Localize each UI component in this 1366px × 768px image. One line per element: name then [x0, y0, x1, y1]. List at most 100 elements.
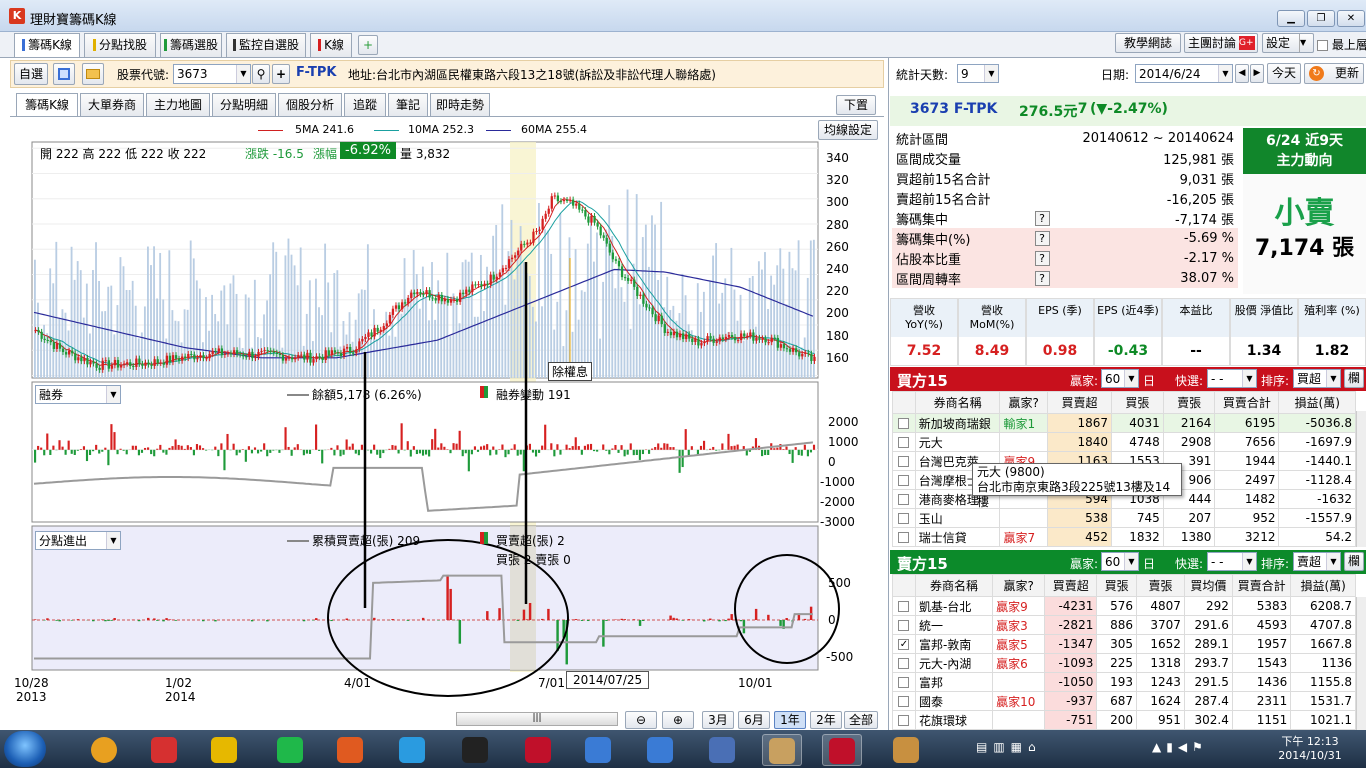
sub-tab-7[interactable]: 筆記 [388, 93, 428, 116]
chart-scrollbar[interactable]: ||| [456, 712, 618, 726]
sell-table[interactable]: 券商名稱 贏家? 買賣超 買張 賣張 買均價 買賣合計 損益(萬) 凱基-台北 贏家9 -4231 5… [892, 574, 1356, 730]
help-icon[interactable]: ? [1034, 210, 1050, 226]
line-icon[interactable] [270, 734, 310, 766]
calculator-icon[interactable] [578, 734, 618, 766]
lock-columns-button[interactable]: 欄 [1344, 552, 1364, 571]
checkbox-icon[interactable] [898, 715, 910, 726]
table-row[interactable]: 凱基-台北 贏家9 -4231 576 4807 292 5383 6208.7 [892, 596, 1356, 616]
margin-select[interactable]: 融券 ▼ [35, 385, 121, 404]
date-input[interactable]: 2014/6/24 ▼ [1135, 64, 1233, 83]
qq-icon[interactable] [455, 734, 495, 766]
range-button-1[interactable]: 3月 [702, 711, 734, 729]
sub-tab-3[interactable]: 主力地圖 [146, 93, 210, 116]
settings-button[interactable]: 設定 ▼ [1262, 33, 1314, 53]
stock-chart[interactable] [0, 138, 884, 710]
skype-icon[interactable] [392, 734, 432, 766]
column-header[interactable]: 買張 [1096, 574, 1137, 597]
restore-button[interactable]: ❐ [1307, 10, 1335, 27]
checkbox-icon[interactable] [898, 475, 910, 486]
gem-icon[interactable] [822, 734, 862, 766]
column-header[interactable]: 贏家? [992, 574, 1046, 597]
table-row[interactable]: 統一 贏家3 -2821 886 3707 291.6 4593 4707.8 [892, 615, 1356, 635]
range-button-3[interactable]: 1年 [774, 711, 806, 729]
security-icon[interactable] [702, 734, 742, 766]
column-header[interactable]: 買賣超 [1044, 574, 1098, 597]
winner-select[interactable]: 60 ▼ [1101, 552, 1139, 571]
range-button-4[interactable]: 2年 [810, 711, 842, 729]
topmost-checkbox[interactable]: 最上層 [1317, 36, 1366, 53]
range-button-5[interactable]: 全部 [844, 711, 878, 729]
help-icon[interactable]: ? [1034, 230, 1050, 246]
zoom-in-icon[interactable]: ⊕ [662, 711, 694, 729]
sub-tab-5[interactable]: 個股分析 [278, 93, 342, 116]
column-header[interactable]: 買均價 [1183, 574, 1233, 597]
today-button[interactable]: 今天 [1267, 63, 1301, 84]
help-icon[interactable]: ? [1034, 270, 1050, 286]
opera-icon[interactable] [144, 734, 184, 766]
winner-select[interactable]: 60 ▼ [1101, 369, 1139, 388]
clock[interactable]: 下午 12:13 2014/10/31 [1275, 733, 1345, 762]
checkbox-icon[interactable] [898, 437, 910, 448]
minimize-button[interactable]: ▁ [1277, 10, 1305, 27]
system-tray-icons[interactable]: ▲▮◀⚑ [1152, 740, 1208, 754]
checkbox-icon[interactable]: ✓ [898, 639, 910, 650]
lock-columns-button[interactable]: 欄 [1344, 369, 1364, 388]
checkbox-icon[interactable] [898, 513, 910, 524]
sub-tab-4[interactable]: 分點明細 [212, 93, 276, 116]
refresh-button[interactable]: ↻ 更新 [1304, 63, 1364, 84]
save-icon[interactable] [53, 63, 75, 85]
forum-button[interactable]: 主團討論 G+ [1184, 33, 1258, 53]
table-row[interactable]: 元大-內湖 贏家6 -1093 225 1318 293.7 1543 1136 [892, 653, 1356, 673]
checkbox-icon[interactable] [898, 494, 910, 505]
app-icon[interactable] [330, 734, 370, 766]
column-header[interactable]: 買賣超 [1046, 391, 1113, 414]
column-header[interactable]: 賣張 [1135, 574, 1185, 597]
checkbox-icon[interactable] [898, 658, 910, 669]
sort-select[interactable]: 買超 ▼ [1293, 369, 1341, 388]
move-down-button[interactable]: 下置 [836, 95, 876, 115]
column-header[interactable]: 賣張 [1162, 391, 1216, 414]
branch-select[interactable]: 分點進出 ▼ [35, 531, 121, 550]
checkbox-icon[interactable] [898, 696, 910, 707]
paint-icon[interactable] [886, 734, 926, 766]
table-row[interactable]: 花旗環球 -751 200 951 302.4 1151 1021.1 [892, 710, 1356, 730]
table-row[interactable]: 富邦 -1050 193 1243 291.5 1436 1155.8 [892, 672, 1356, 692]
column-header[interactable]: 贏家? [999, 391, 1048, 414]
add-tab-icon[interactable]: + [358, 35, 378, 55]
table-row[interactable]: 瑞士信貸 贏家7 452 1832 1380 3212 54.2 [892, 527, 1356, 547]
prev-date-icon[interactable]: ◀ [1235, 64, 1249, 83]
help-icon[interactable]: ? [1034, 250, 1050, 266]
days-select[interactable]: 9 ▼ [957, 64, 999, 83]
sell-scrollbar[interactable] [1356, 597, 1366, 730]
next-date-icon[interactable]: ▶ [1250, 64, 1264, 83]
top-tab-1[interactable]: 籌碼K線 [14, 33, 80, 57]
table-row[interactable]: 新加坡商瑞銀 輸家1 1867 4031 2164 6195 -5036.8 [892, 413, 1356, 433]
column-header[interactable]: 損益(萬) [1278, 391, 1356, 414]
add-stock-button[interactable]: + [272, 64, 290, 84]
checkbox-icon[interactable] [898, 418, 910, 429]
explorer-icon[interactable] [762, 734, 802, 766]
sub-tab-2[interactable]: 大單券商 [80, 93, 144, 116]
sub-tab-1[interactable]: 籌碼K線 [16, 93, 78, 116]
column-header[interactable]: 買張 [1111, 391, 1164, 414]
top-tab-3[interactable]: 籌碼選股 [160, 33, 222, 57]
checkbox-icon[interactable] [898, 456, 910, 467]
search-icon[interactable]: ⚲ [252, 64, 270, 84]
python-icon[interactable] [640, 734, 680, 766]
table-row[interactable]: ✓ 富邦-敦南 贏家5 -1347 305 1652 289.1 1957 1667.8 [892, 634, 1356, 654]
close-button[interactable]: ✕ [1337, 10, 1365, 27]
self-select-button[interactable]: 自選 [14, 63, 48, 85]
column-header[interactable]: 買賣合計 [1214, 391, 1280, 414]
app-icon[interactable] [204, 734, 244, 766]
ma-settings-button[interactable]: 均線設定 [818, 120, 878, 140]
start-button-icon[interactable] [4, 731, 46, 767]
folder-icon[interactable] [82, 63, 104, 85]
checkbox-icon[interactable] [898, 620, 910, 631]
stock-code-input[interactable]: 3673 ▼ [173, 64, 251, 84]
chrome-icon[interactable] [84, 734, 124, 766]
checkbox-icon[interactable] [898, 677, 910, 688]
sort-select[interactable]: 賣超 ▼ [1293, 552, 1341, 571]
column-header[interactable]: 損益(萬) [1290, 574, 1356, 597]
gem-icon[interactable] [518, 734, 558, 766]
sub-tab-6[interactable]: 追蹤 [344, 93, 386, 116]
